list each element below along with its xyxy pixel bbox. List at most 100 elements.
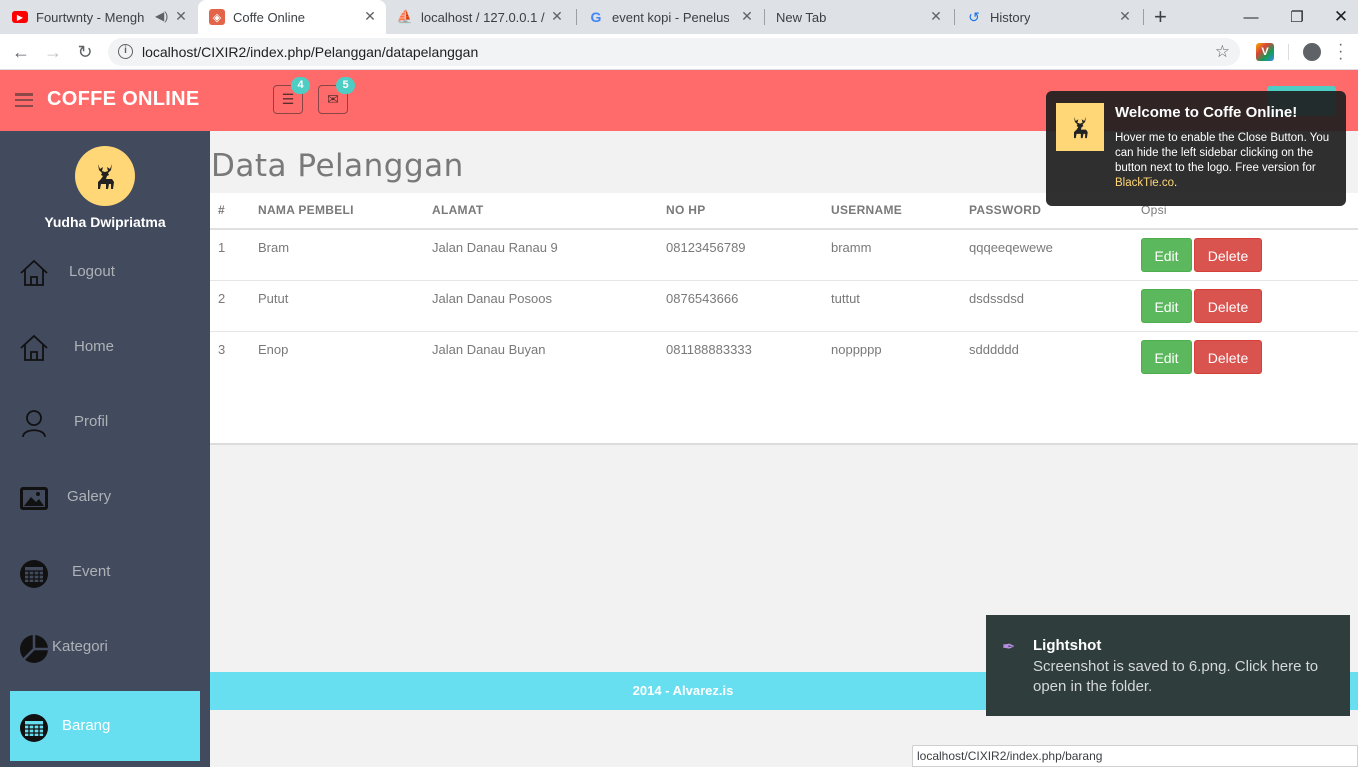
cell-no: 3 bbox=[218, 342, 226, 357]
cell-nama: Putut bbox=[258, 291, 289, 306]
home-icon bbox=[20, 259, 48, 286]
notification-title: Welcome to Coffe Online! bbox=[1115, 104, 1298, 121]
url-text[interactable]: localhost/CIXIR2/index.php/Pelanggan/dat… bbox=[142, 44, 478, 60]
sidebar-item-label: Event bbox=[72, 563, 111, 580]
sidebar-item-label: Barang bbox=[62, 717, 111, 734]
sidebar-item-event[interactable]: Event bbox=[10, 537, 200, 607]
close-tab-icon[interactable]: ✕ bbox=[1117, 8, 1133, 24]
codeigniter-icon: ◈ bbox=[209, 9, 225, 25]
user-name: Yudha Dwipriatma bbox=[44, 214, 166, 230]
extension-icon[interactable]: V bbox=[1256, 43, 1274, 61]
page-title: Data Pelanggan bbox=[211, 148, 464, 184]
close-tab-icon[interactable]: ✕ bbox=[739, 8, 755, 24]
bookmark-star-icon[interactable]: ☆ bbox=[1215, 42, 1230, 62]
toolbar-divider bbox=[1288, 44, 1289, 60]
welcome-notification[interactable]: Welcome to Coffe Online! Hover me to ena… bbox=[1046, 91, 1346, 206]
avatar[interactable] bbox=[75, 146, 135, 206]
column-header: NAMA PEMBELI bbox=[258, 203, 354, 217]
edit-button[interactable]: Edit bbox=[1141, 340, 1192, 374]
sidebar-toggle-icon[interactable] bbox=[15, 93, 33, 108]
edit-button[interactable]: Edit bbox=[1141, 289, 1192, 323]
forward-icon[interactable]: → bbox=[40, 39, 66, 65]
notification-suffix: . bbox=[1174, 177, 1178, 189]
browser-tab[interactable]: G event kopi - Penelusura ✕ bbox=[588, 0, 763, 34]
sidebar-item-label: Logout bbox=[69, 263, 115, 280]
tab-title: event kopi - Penelusura bbox=[612, 9, 729, 25]
cell-hp: 0876543666 bbox=[666, 291, 739, 306]
mail-badge: 5 bbox=[336, 77, 355, 94]
toast-message: Screenshot is saved to 6.png. Click here… bbox=[1033, 658, 1319, 695]
cell-alamat: Jalan Danau Posoos bbox=[432, 291, 552, 306]
browser-tab-strip: ▶ Fourtwnty - Mengh ◀) ✕ ◈ Coffe Online … bbox=[0, 0, 1358, 34]
history-icon: ↺ bbox=[968, 8, 980, 25]
browser-tab[interactable]: ⛵ localhost / 127.0.0.1 / d ✕ bbox=[397, 0, 573, 34]
new-tab-button[interactable]: + bbox=[1154, 4, 1167, 30]
toast-title: Lightshot bbox=[1033, 637, 1102, 654]
column-header: NO HP bbox=[666, 203, 706, 217]
deer-icon bbox=[1056, 103, 1104, 151]
tasks-badge: 4 bbox=[291, 77, 310, 94]
info-icon[interactable]: i bbox=[118, 44, 133, 59]
phpmyadmin-icon: ⛵ bbox=[396, 9, 414, 24]
delete-button[interactable]: Delete bbox=[1194, 238, 1262, 272]
cell-hp: 081188883333 bbox=[666, 342, 752, 357]
status-bar: localhost/CIXIR2/index.php/barang bbox=[912, 745, 1358, 767]
sidebar-item-profil[interactable]: Profil bbox=[10, 387, 200, 457]
delete-button[interactable]: Delete bbox=[1194, 340, 1262, 374]
edit-button[interactable]: Edit bbox=[1141, 238, 1192, 272]
tab-title: Fourtwnty - Mengh bbox=[36, 9, 144, 25]
delete-button[interactable]: Delete bbox=[1194, 289, 1262, 323]
sidebar-item-logout[interactable]: Logout bbox=[10, 237, 200, 307]
cell-no: 2 bbox=[218, 291, 226, 306]
calendar-icon bbox=[20, 714, 48, 742]
restore-icon[interactable]: ❐ bbox=[1274, 0, 1320, 34]
calendar-icon bbox=[20, 560, 48, 588]
sidebar: Yudha Dwipriatma Logout Home Profil Gale… bbox=[0, 131, 210, 767]
cell-alamat: Jalan Danau Ranau 9 bbox=[432, 240, 558, 255]
close-window-icon[interactable]: ✕ bbox=[1318, 0, 1358, 34]
brand-logo[interactable]: COFFE ONLINE bbox=[47, 88, 200, 111]
cell-password: sdddddd bbox=[969, 342, 1019, 357]
lightshot-toast[interactable]: ✒ Lightshot Screenshot is saved to 6.png… bbox=[986, 615, 1350, 716]
close-tab-icon[interactable]: ✕ bbox=[173, 8, 189, 24]
sidebar-item-label: Galery bbox=[67, 488, 112, 505]
tab-title: History bbox=[990, 9, 1031, 25]
header-divider bbox=[210, 228, 1358, 230]
sidebar-item-label: Kategori bbox=[52, 638, 108, 655]
cell-alamat: Jalan Danau Buyan bbox=[432, 342, 546, 357]
address-bar[interactable]: i localhost/CIXIR2/index.php/Pelanggan/d… bbox=[108, 38, 1240, 66]
close-tab-icon[interactable]: ✕ bbox=[549, 8, 565, 24]
browser-tab[interactable]: New Tab ✕ bbox=[776, 0, 952, 34]
sidebar-item-kategori[interactable]: Kategori bbox=[10, 612, 200, 682]
tab-title: Coffe Online bbox=[233, 9, 306, 25]
youtube-icon: ▶ bbox=[12, 11, 28, 23]
column-header: USERNAME bbox=[831, 203, 903, 217]
row-divider bbox=[210, 280, 1358, 281]
cell-username: tuttut bbox=[831, 291, 860, 306]
notification-text: Hover me to enable the Close Button. You… bbox=[1115, 131, 1341, 191]
close-tab-icon[interactable]: ✕ bbox=[928, 8, 944, 24]
sidebar-item-galery[interactable]: Galery bbox=[10, 462, 200, 532]
browser-tab[interactable]: ▶ Fourtwnty - Mengh ◀) ✕ bbox=[12, 0, 197, 34]
close-tab-icon[interactable]: ✕ bbox=[362, 8, 378, 24]
tab-title: New Tab bbox=[776, 9, 827, 25]
back-icon[interactable]: ← bbox=[8, 39, 34, 65]
reload-icon[interactable]: ↻ bbox=[72, 39, 98, 65]
blacktie-link[interactable]: BlackTie.co bbox=[1115, 177, 1174, 189]
cell-nama: Enop bbox=[258, 342, 289, 357]
minimize-icon[interactable]: — bbox=[1228, 0, 1274, 34]
tab-separator bbox=[764, 9, 765, 25]
sidebar-item-barang[interactable]: Barang bbox=[10, 691, 200, 761]
status-url: localhost/CIXIR2/index.php/barang bbox=[917, 749, 1103, 763]
browser-tab[interactable]: ↺ History ✕ bbox=[966, 0, 1141, 34]
browser-tab-active[interactable]: ◈ Coffe Online ✕ bbox=[198, 0, 386, 34]
deer-icon bbox=[98, 164, 114, 189]
deer-logo bbox=[1074, 116, 1088, 139]
row-divider bbox=[210, 331, 1358, 332]
tab-title: localhost / 127.0.0.1 / d bbox=[421, 9, 546, 25]
sidebar-item-home[interactable]: Home bbox=[10, 312, 200, 382]
pie-chart-icon bbox=[20, 635, 48, 663]
menu-dots-icon[interactable]: · · · bbox=[1338, 37, 1343, 67]
cell-password: qqqeeqewewe bbox=[969, 240, 1053, 255]
account-icon[interactable] bbox=[1303, 43, 1321, 61]
